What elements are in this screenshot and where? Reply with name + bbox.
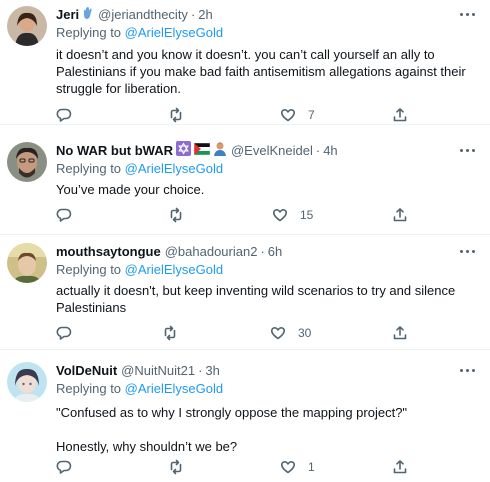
share-button[interactable]	[392, 206, 408, 224]
share-button[interactable]	[392, 458, 408, 476]
retweet-icon	[170, 107, 182, 123]
display-name[interactable]: VolDeNuit	[56, 362, 117, 380]
tweet-header: Jeri @jeriandthecity · 2h	[56, 6, 476, 24]
retweet-icon	[170, 207, 182, 223]
share-icon	[393, 108, 407, 122]
avatar[interactable]	[7, 142, 47, 182]
tweet-actions: 7	[56, 106, 416, 124]
hand-emoji-icon	[82, 6, 94, 25]
tweet-header: No WAR but bWAR @EvelKneidel · 4h	[56, 141, 476, 161]
reply-icon	[56, 208, 72, 222]
like-icon	[272, 209, 288, 222]
tweet-text: actually it doesn't, but keep inventing …	[56, 283, 456, 315]
more-icon[interactable]	[460, 366, 476, 376]
retweet-button[interactable]	[162, 324, 190, 342]
tweet[interactable]: Jeri @jeriandthecity · 2h Replying to @A…	[0, 0, 490, 125]
like-button[interactable]: 15	[272, 206, 313, 224]
mention-link[interactable]: @ArielElyseGold	[125, 381, 223, 396]
separator-dot: ·	[198, 363, 203, 378]
display-name[interactable]: No WAR but bWAR	[56, 142, 173, 160]
like-icon	[270, 327, 286, 340]
mention-link[interactable]: @ArielElyseGold	[125, 25, 223, 40]
timestamp[interactable]: 6h	[268, 243, 282, 261]
tweet[interactable]: mouthsaytongue @bahadourian2 · 6h Replyi…	[0, 235, 490, 350]
like-icon	[280, 461, 296, 474]
tweet-actions: 15	[56, 206, 416, 224]
tweet-text: You’ve made your choice.	[56, 182, 205, 197]
timestamp[interactable]: 2h	[198, 6, 212, 24]
reply-icon	[56, 108, 72, 122]
user-handle[interactable]: @jeriandthecity	[98, 6, 188, 24]
separator-dot: ·	[315, 143, 321, 158]
avatar[interactable]	[7, 362, 47, 402]
share-icon	[393, 326, 407, 340]
tweet-text: "Confused as to why I strongly oppose th…	[56, 405, 408, 454]
display-name[interactable]: Jeri	[56, 6, 79, 24]
share-button[interactable]	[392, 106, 408, 124]
like-button[interactable]: 1	[280, 458, 315, 476]
star-of-david-emoji-icon	[175, 141, 191, 161]
share-icon	[393, 460, 407, 474]
tweet-actions: 1	[56, 458, 416, 476]
avatar[interactable]	[7, 6, 47, 46]
reply-button[interactable]	[56, 106, 84, 124]
replying-to: Replying to @ArielElyseGold	[56, 161, 224, 176]
retweet-icon	[164, 325, 176, 341]
like-button[interactable]: 30	[270, 324, 311, 342]
replying-to: Replying to @ArielElyseGold	[56, 262, 224, 277]
tweet-text: it doesn’t and you know it doesn’t. you …	[56, 47, 466, 96]
person-emoji-icon	[213, 141, 227, 161]
tweet-header: mouthsaytongue @bahadourian2 · 6h	[56, 243, 476, 261]
user-handle[interactable]: @NuitNuit21	[121, 362, 195, 380]
replying-to: Replying to @ArielElyseGold	[56, 25, 224, 40]
more-icon[interactable]	[460, 146, 476, 156]
retweet-button[interactable]	[168, 106, 196, 124]
retweet-button[interactable]	[168, 458, 196, 476]
more-icon[interactable]	[460, 10, 476, 20]
display-name[interactable]: mouthsaytongue	[56, 243, 161, 261]
reply-icon	[56, 460, 72, 474]
mention-link[interactable]: @ArielElyseGold	[125, 161, 223, 176]
retweet-button[interactable]	[168, 206, 196, 224]
reply-icon	[56, 326, 72, 340]
replying-to: Replying to @ArielElyseGold	[56, 381, 224, 396]
reply-button[interactable]	[56, 458, 84, 476]
share-button[interactable]	[392, 324, 408, 342]
tweet[interactable]: No WAR but bWAR @EvelKneidel · 4h Replyi…	[0, 125, 490, 235]
tweet-header: VolDeNuit @NuitNuit21 · 3h	[56, 362, 476, 380]
tweet[interactable]: VolDeNuit @NuitNuit21 · 3h Replying to @…	[0, 350, 490, 482]
user-handle[interactable]: @bahadourian2	[165, 243, 258, 261]
reply-button[interactable]	[56, 324, 84, 342]
separator-dot: ·	[190, 7, 196, 22]
more-icon[interactable]	[460, 247, 476, 257]
timestamp[interactable]: 3h	[205, 362, 219, 380]
palestine-flag-icon	[193, 142, 211, 160]
tweet-actions: 30	[56, 324, 416, 342]
reply-button[interactable]	[56, 206, 84, 224]
avatar[interactable]	[7, 243, 47, 283]
like-icon	[280, 109, 296, 122]
mention-link[interactable]: @ArielElyseGold	[125, 262, 223, 277]
share-icon	[393, 208, 407, 222]
retweet-icon	[170, 459, 182, 475]
like-button[interactable]: 7	[280, 106, 315, 124]
timestamp[interactable]: 4h	[323, 142, 337, 160]
separator-dot: ·	[260, 244, 265, 259]
user-handle[interactable]: @EvelKneidel	[231, 142, 313, 160]
